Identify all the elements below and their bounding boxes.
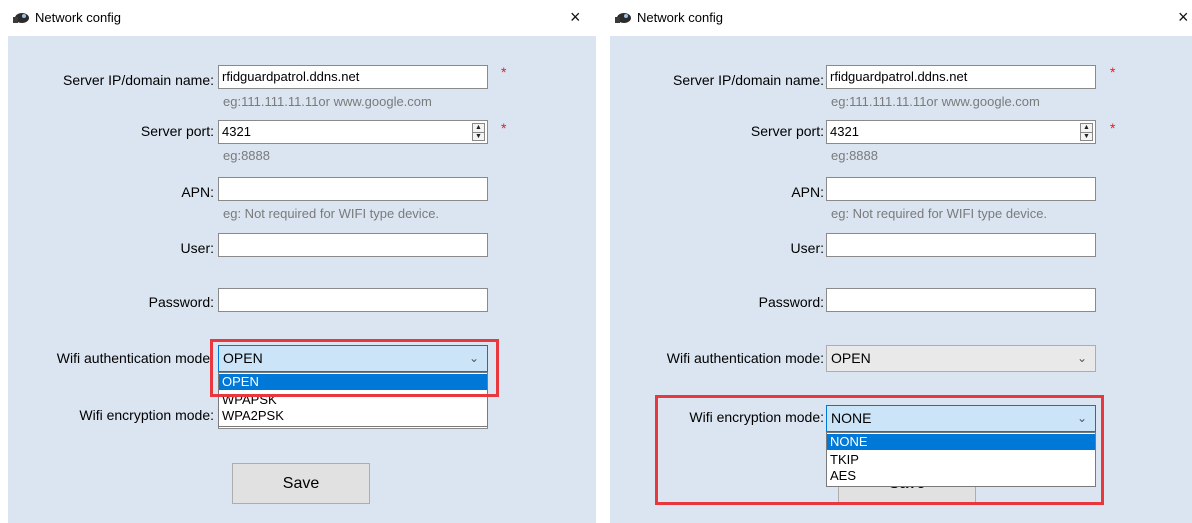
password-input[interactable] [826,288,1096,312]
highlight-box [655,395,1104,505]
required-mark: * [1110,120,1116,136]
port-hint: eg:8888 [831,148,878,163]
wifi-auth-label: Wifi authentication mode: [666,350,824,366]
spinner-arrows-icon[interactable]: ▲ ▼ [1080,123,1093,141]
password-input[interactable] [218,288,488,312]
port-value: 4321 [830,124,859,139]
title-bar: Network config × [602,0,1192,36]
server-hint: eg:111.111.11.11or www.google.com [831,94,1040,109]
user-input[interactable] [218,233,488,257]
server-label: Server IP/domain name: [673,72,824,88]
apn-hint: eg: Not required for WIFI type device. [831,206,1048,221]
password-label: Password: [758,294,824,310]
network-app-icon [13,13,29,23]
user-label: User: [790,240,824,256]
wifi-auth-value: OPEN [831,350,871,366]
port-hint: eg:8888 [223,148,270,163]
required-mark: * [501,120,507,136]
apn-input[interactable] [218,177,488,201]
server-input[interactable]: rfidguardpatrol.ddns.net [218,65,488,89]
network-config-window-left: Network config × Server IP/domain name: … [0,0,596,523]
network-app-icon [615,13,631,23]
apn-input[interactable] [826,177,1096,201]
required-mark: * [1110,64,1116,80]
chevron-down-icon: ⌄ [1076,351,1087,365]
port-input[interactable]: 4321 ▲ ▼ [218,120,488,144]
password-label: Password: [148,294,214,310]
window-title: Network config [637,10,723,25]
required-mark: * [501,64,507,80]
form-area: Server IP/domain name: rfidguardpatrol.d… [610,36,1192,523]
apn-label: APN: [181,184,214,200]
wifi-auth-label: Wifi authentication mode: [56,350,214,366]
user-input[interactable] [826,233,1096,257]
apn-label: APN: [791,184,824,200]
save-button[interactable]: Save [232,463,370,504]
user-label: User: [180,240,214,256]
wifi-enc-label: Wifi encryption mode: [79,407,214,423]
port-input[interactable]: 4321 ▲ ▼ [826,120,1096,144]
server-input[interactable]: rfidguardpatrol.ddns.net [826,65,1096,89]
close-icon[interactable]: × [570,7,581,27]
wifi-auth-select[interactable]: OPEN ⌄ [826,345,1096,372]
window-title: Network config [35,10,121,25]
network-config-window-right: Network config × Server IP/domain name: … [602,0,1192,523]
title-bar: Network config × [0,0,596,36]
port-value: 4321 [222,124,251,139]
port-label: Server port: [750,123,824,139]
port-label: Server port: [140,123,214,139]
spinner-arrows-icon[interactable]: ▲ ▼ [472,123,485,141]
form-area: Server IP/domain name: rfidguardpatrol.d… [8,36,596,523]
dropdown-option-wpa2psk[interactable]: WPA2PSK [219,408,487,424]
server-hint: eg:111.111.11.11or www.google.com [223,94,432,109]
server-label: Server IP/domain name: [63,72,214,88]
apn-hint: eg: Not required for WIFI type device. [223,206,440,221]
close-icon[interactable]: × [1178,7,1189,27]
highlight-box [210,339,499,397]
